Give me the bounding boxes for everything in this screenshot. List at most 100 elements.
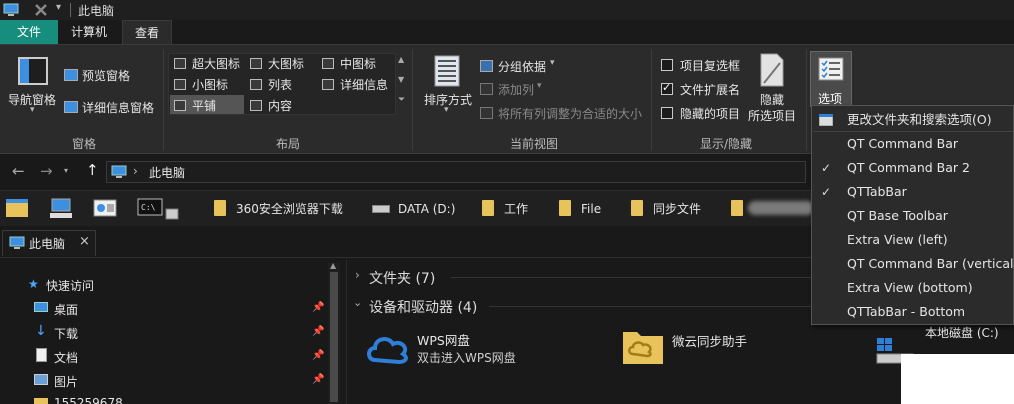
- qt-folder-sync[interactable]: 同步文件: [631, 191, 701, 227]
- folder-icon: [559, 200, 571, 216]
- nav-item-desktop[interactable]: 桌面: [54, 301, 78, 318]
- layout-content[interactable]: 内容: [250, 97, 292, 114]
- layout-scroll-down-icon[interactable]: ▼: [398, 75, 404, 84]
- download-icon: ↓: [35, 323, 47, 339]
- add-column-icon: [480, 83, 493, 95]
- menu-item-extra-view-bottom[interactable]: Extra View (bottom): [813, 276, 1013, 300]
- layout-large-icons[interactable]: 大图标: [250, 55, 304, 72]
- nav-scrollbar-thumb[interactable]: [330, 272, 338, 402]
- preview-pane-button[interactable]: 预览窗格: [82, 67, 130, 84]
- hide-selected-button-line2[interactable]: 所选项目: [748, 107, 796, 124]
- devices-section-header[interactable]: 设备和驱动器 (4): [369, 297, 477, 317]
- menu-item-folder-options[interactable]: 更改文件夹和搜索选项(O): [813, 108, 1013, 132]
- nav-item-pictures[interactable]: 图片: [54, 373, 78, 390]
- group-by-button[interactable]: 分组依据: [498, 58, 546, 75]
- pane-group-label: 窗格: [72, 137, 97, 151]
- device-weiyun-name[interactable]: 微云同步助手: [672, 331, 747, 350]
- layout-scroll-up-icon[interactable]: ▲: [398, 55, 404, 64]
- extra-large-icons-icon: [174, 58, 186, 69]
- device-wps-name[interactable]: WPS网盘: [417, 330, 470, 349]
- options-dropdown-menu: 更改文件夹和搜索选项(O) QT Command Bar ✓ QT Command…: [811, 105, 1014, 325]
- nav-quick-access[interactable]: 快速访问: [46, 277, 94, 294]
- hide-selected-icon: [760, 53, 784, 87]
- group-by-dropdown-icon[interactable]: ▾: [550, 58, 555, 68]
- tab-file[interactable]: 文件: [0, 20, 58, 44]
- menu-item-qt-command-bar-vertical[interactable]: QT Command Bar (vertical): [813, 252, 1014, 276]
- sort-by-icon: [434, 55, 460, 87]
- tab-this-pc[interactable]: 此电脑 ×: [2, 230, 96, 256]
- title-divider: [70, 3, 71, 17]
- up-arrow-icon[interactable]: ↑: [86, 161, 99, 179]
- back-arrow-icon[interactable]: ←: [12, 162, 25, 180]
- layout-medium-icons[interactable]: 中图标: [322, 55, 376, 72]
- drive-icon: [372, 205, 390, 213]
- layout-extra-large-icons[interactable]: 超大图标: [174, 55, 240, 72]
- menu-item-qt-command-bar-2[interactable]: ✓ QT Command Bar 2: [813, 156, 1013, 180]
- tab-view[interactable]: 查看: [122, 20, 172, 44]
- menu-item-qt-base-toolbar[interactable]: QT Base Toolbar: [813, 204, 1013, 228]
- computer-icon: [9, 236, 25, 249]
- layout-small-icons[interactable]: 小图标: [174, 76, 228, 93]
- qt-folder-360-downloads[interactable]: 360安全浏览器下载: [214, 191, 343, 227]
- group-separator: [651, 49, 652, 151]
- details-icon: [322, 79, 334, 90]
- recent-locations-dropdown-icon[interactable]: ▾: [64, 166, 68, 175]
- folders-section-header[interactable]: 文件夹 (7): [369, 268, 435, 288]
- item-checkboxes-checkbox[interactable]: [661, 59, 673, 71]
- fit-columns-button[interactable]: 将所有列调整为合适的大小: [498, 105, 642, 122]
- qt-drive-data-d[interactable]: DATA (D:): [372, 191, 455, 227]
- computer-icon[interactable]: [48, 197, 74, 221]
- menu-item-extra-view-left[interactable]: Extra View (left): [813, 228, 1013, 252]
- content-icon: [250, 100, 262, 111]
- qt-folder-file[interactable]: File: [559, 191, 601, 227]
- document-icon: [36, 348, 47, 362]
- folder-options-icon: [819, 114, 833, 126]
- hidden-items-label: 隐藏的项目: [680, 107, 741, 121]
- file-extensions-checkbox[interactable]: [661, 81, 673, 95]
- device-c-drive-name[interactable]: 本地磁盘 (C:): [925, 324, 999, 341]
- hidden-items-checkbox[interactable]: [661, 107, 673, 119]
- forward-arrow-icon[interactable]: →: [40, 162, 53, 180]
- pictures-icon: [34, 374, 48, 385]
- pin-icon[interactable]: 📌: [312, 350, 324, 361]
- close-x-icon[interactable]: [34, 3, 48, 17]
- pin-icon[interactable]: 📌: [312, 326, 324, 337]
- menu-item-qttabbar[interactable]: ✓ QTTabBar: [813, 180, 1013, 204]
- command-prompt-icon[interactable]: C:\: [136, 197, 180, 221]
- checkmark-icon: ✓: [821, 161, 832, 175]
- navigation-pane-icon: [18, 57, 48, 85]
- layout-details[interactable]: 详细信息: [322, 76, 388, 93]
- nav-item-documents[interactable]: 文档: [54, 349, 78, 366]
- folder-up-icon[interactable]: [6, 199, 28, 217]
- chevron-down-icon[interactable]: ⌄: [353, 296, 362, 309]
- pin-icon[interactable]: 📌: [312, 302, 324, 313]
- qt-folder-work[interactable]: 工作: [482, 191, 528, 227]
- nav-item-downloads[interactable]: 下载: [54, 325, 78, 342]
- current-view-group-label: 当前视图: [510, 137, 559, 151]
- pin-icon[interactable]: 📌: [312, 374, 324, 385]
- layout-expand-icon[interactable]: ⏷: [398, 95, 405, 105]
- chevron-right-icon[interactable]: ›: [355, 268, 360, 282]
- tab-computer[interactable]: 计算机: [58, 20, 120, 44]
- breadcrumb-this-pc[interactable]: 此电脑: [149, 164, 185, 181]
- tab-close-icon[interactable]: ×: [79, 234, 90, 249]
- menu-item-qt-command-bar[interactable]: QT Command Bar: [813, 132, 1013, 156]
- layout-list[interactable]: 列表: [250, 76, 292, 93]
- breadcrumb-separator: ›: [133, 164, 138, 178]
- details-pane-button[interactable]: 详细信息窗格: [82, 99, 154, 116]
- scroll-up-icon[interactable]: ▲: [330, 261, 336, 270]
- device-wps-desc: 双击进入WPS网盘: [417, 351, 516, 365]
- item-checkboxes-label: 项目复选框: [680, 59, 741, 73]
- add-column-button[interactable]: 添加列: [498, 81, 534, 98]
- nav-item-folder[interactable]: 155259678: [54, 396, 123, 404]
- layout-tiles[interactable]: 平铺: [170, 95, 244, 114]
- hide-selected-button[interactable]: 隐藏: [760, 91, 784, 108]
- control-panel-icon[interactable]: [92, 197, 118, 221]
- add-column-dropdown-icon[interactable]: ▾: [537, 81, 542, 91]
- navigation-pane-dropdown-icon[interactable]: ▾: [30, 105, 35, 115]
- sort-by-dropdown-icon[interactable]: ▾: [444, 105, 449, 115]
- quick-access-dropdown-icon[interactable]: ▾: [56, 2, 61, 13]
- menu-item-qttabbar-bottom[interactable]: QTTabBar - Bottom: [813, 300, 1013, 324]
- folder-icon: [631, 200, 643, 216]
- address-field[interactable]: › 此电脑: [106, 161, 806, 183]
